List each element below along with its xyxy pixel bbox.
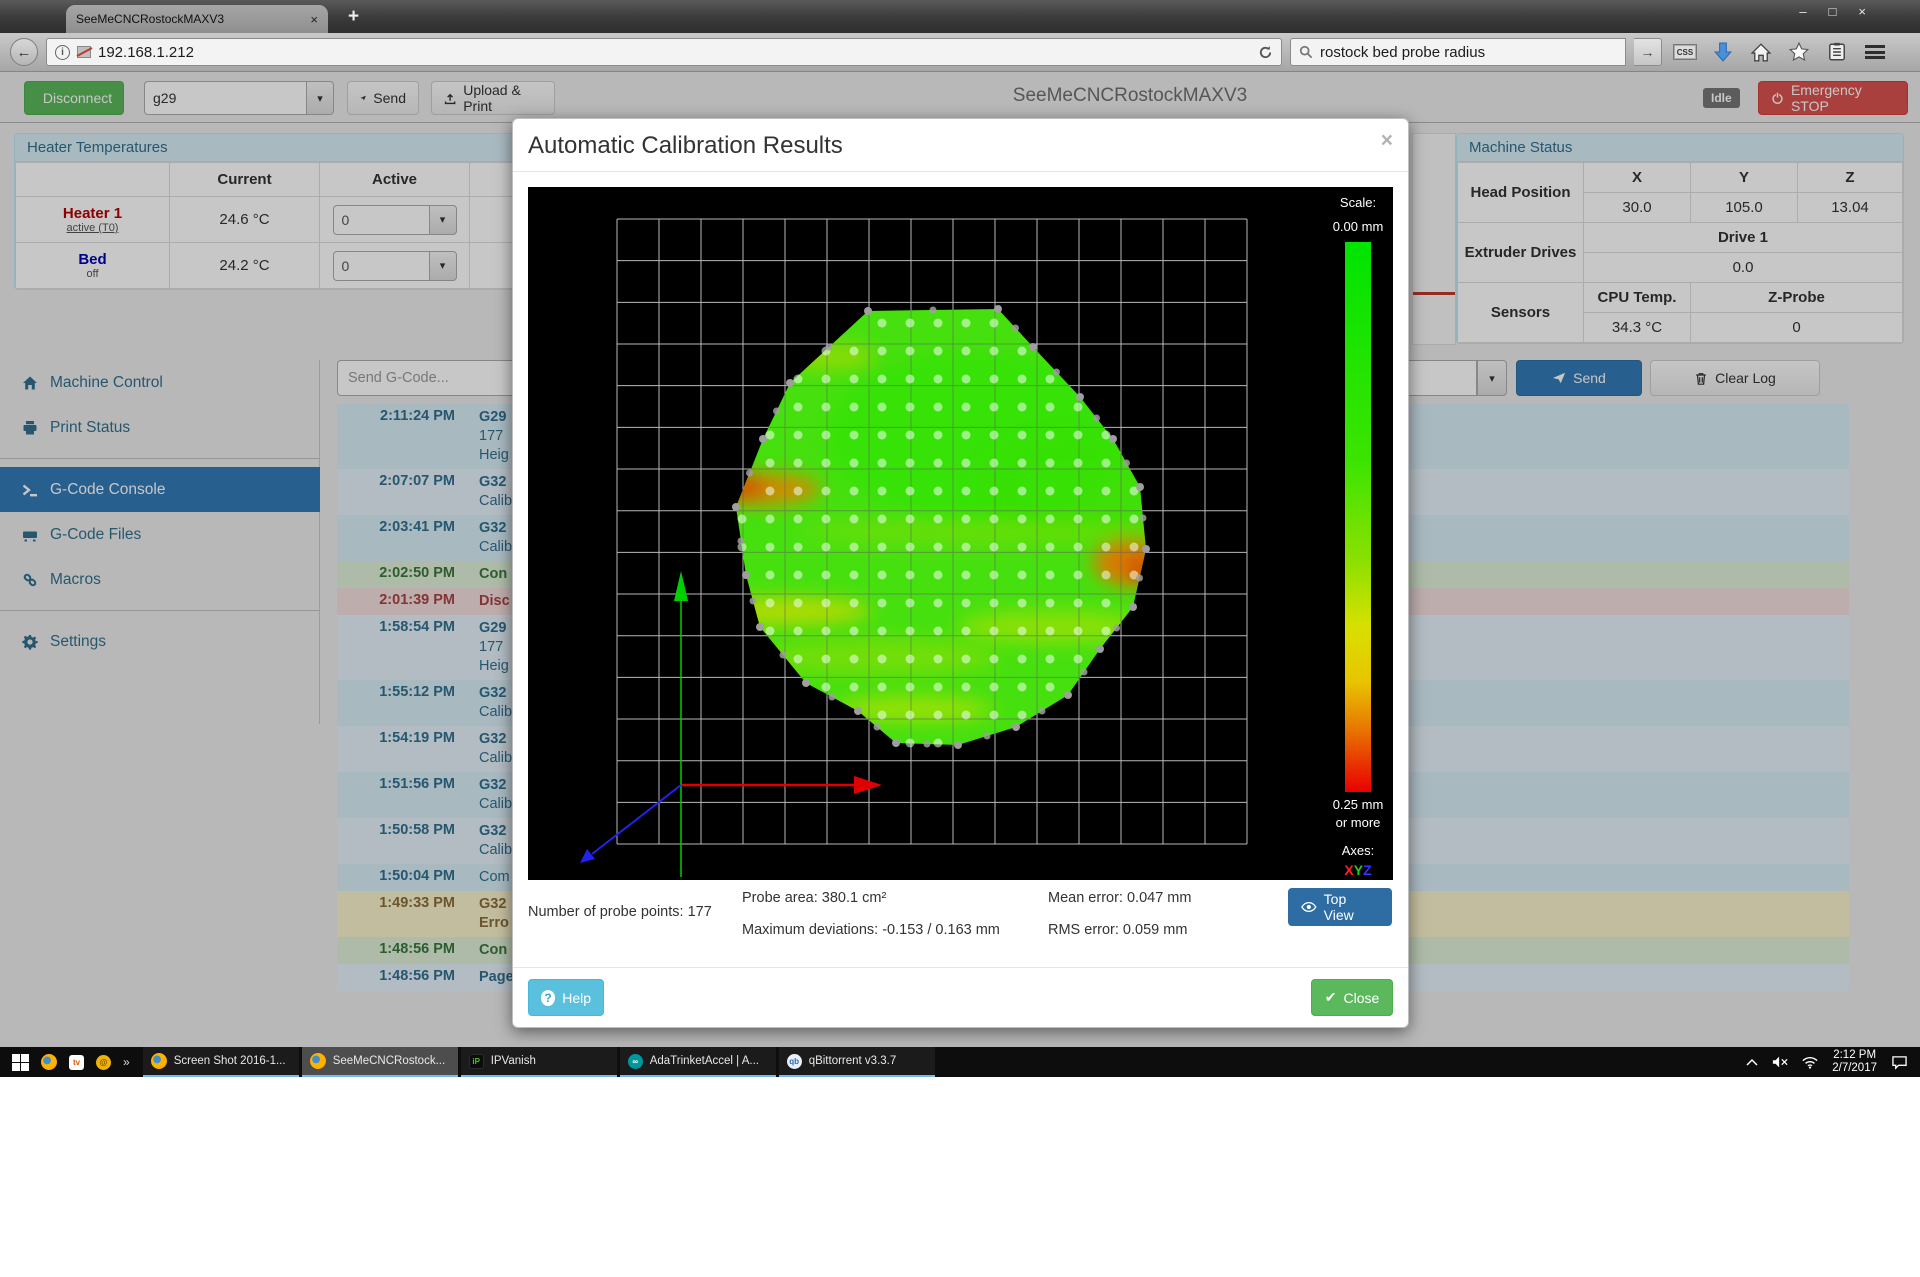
tray-chevron-icon[interactable] bbox=[1746, 1058, 1758, 1066]
modal-header: Automatic Calibration Results × bbox=[513, 119, 1408, 172]
task-label: SeeMeCNCRostock... bbox=[333, 1055, 445, 1067]
css-toggle-icon[interactable]: CSS bbox=[1673, 44, 1697, 60]
heightmap-canvas[interactable]: Scale: 0.00 mm 0.25 mm or more Axes: XYZ bbox=[528, 187, 1393, 880]
modal-footer: ? Help ✔ Close bbox=[513, 967, 1408, 1027]
browser-chrome: SeeMeCNCRostockMAXV3 × + – □ × ← i 192.1… bbox=[0, 0, 1920, 72]
plugin-blocked-icon[interactable] bbox=[77, 46, 91, 58]
new-tab-button[interactable]: + bbox=[348, 6, 359, 28]
browser-tab-title: SeeMeCNCRostockMAXV3 bbox=[76, 12, 302, 26]
browser-tab-bar: SeeMeCNCRostockMAXV3 × + – □ × bbox=[0, 0, 1920, 33]
svg-text:or more: or more bbox=[1336, 815, 1381, 830]
task-label: qBittorrent v3.3.7 bbox=[809, 1055, 897, 1067]
reading-list-icon[interactable] bbox=[1822, 38, 1852, 66]
taskbar-task-adafruit[interactable]: ∞ AdaTrinketAccel | A... bbox=[620, 1047, 776, 1077]
windows-taskbar: tv @ » Screen Shot 2016-1... SeeMeCNCRost… bbox=[0, 1047, 1920, 1077]
stat-probe-points: Number of probe points: 177 bbox=[528, 904, 712, 920]
stat-max-deviations: Maximum deviations: -0.153 / 0.163 mm bbox=[742, 922, 1000, 938]
window-maximize-button[interactable]: □ bbox=[1829, 4, 1837, 19]
taskbar-task-ipvanish[interactable]: iP IPVanish bbox=[461, 1047, 617, 1077]
window-close-button[interactable]: × bbox=[1858, 4, 1866, 19]
browser-navbar: ← i 192.168.1.212 rostock bed probe radi… bbox=[0, 33, 1920, 72]
quick-launch-firefox-icon[interactable] bbox=[41, 1054, 57, 1070]
web-app-viewport: Disconnect g29 ▾ Send Upload & Print See… bbox=[0, 72, 1920, 1047]
task-label: Screen Shot 2016-1... bbox=[174, 1055, 286, 1067]
start-button[interactable] bbox=[12, 1054, 29, 1071]
taskbar-task-qbittorrent[interactable]: qb qBittorrent v3.3.7 bbox=[779, 1047, 935, 1077]
volume-muted-icon[interactable] bbox=[1772, 1055, 1788, 1069]
back-button[interactable]: ← bbox=[10, 38, 38, 66]
clock-time: 2:12 PM bbox=[1832, 1049, 1877, 1062]
svg-text:XYZ: XYZ bbox=[1344, 862, 1372, 878]
menu-icon[interactable] bbox=[1865, 45, 1885, 59]
adafruit-icon: ∞ bbox=[628, 1054, 643, 1069]
taskbar-overflow-chevron[interactable]: » bbox=[123, 1055, 130, 1069]
modal-close-icon[interactable]: × bbox=[1381, 129, 1393, 153]
task-label: AdaTrinketAccel | A... bbox=[650, 1055, 759, 1067]
help-button[interactable]: ? Help bbox=[528, 979, 604, 1016]
check-icon: ✔ bbox=[1325, 989, 1337, 1006]
site-info-icon[interactable]: i bbox=[55, 45, 70, 60]
home-icon[interactable] bbox=[1746, 38, 1776, 66]
stat-rms-error: RMS error: 0.059 mm bbox=[1048, 922, 1187, 938]
task-label: IPVanish bbox=[491, 1055, 536, 1067]
eye-icon bbox=[1301, 901, 1317, 913]
stat-mean-error: Mean error: 0.047 mm bbox=[1048, 890, 1191, 906]
reload-icon[interactable] bbox=[1258, 45, 1273, 60]
download-icon[interactable] bbox=[1708, 38, 1738, 66]
taskbar-task-firefox[interactable]: SeeMeCNCRostock... bbox=[302, 1047, 458, 1077]
firefox-icon bbox=[151, 1053, 167, 1069]
url-bar[interactable]: i 192.168.1.212 bbox=[46, 38, 1282, 66]
action-center-icon[interactable] bbox=[1891, 1055, 1908, 1070]
svg-text:Axes:: Axes: bbox=[1342, 843, 1375, 858]
tab-close-icon[interactable]: × bbox=[310, 12, 318, 27]
modal-stats: Number of probe points: 177 Probe area: … bbox=[513, 880, 1408, 967]
search-text[interactable]: rostock bed probe radius bbox=[1320, 44, 1617, 61]
help-icon: ? bbox=[541, 990, 555, 1006]
search-go-button[interactable]: → bbox=[1634, 38, 1662, 66]
taskbar-task-firefox[interactable]: Screen Shot 2016-1... bbox=[143, 1047, 299, 1077]
firefox-icon bbox=[310, 1053, 326, 1069]
quick-launch-icon-2[interactable]: tv bbox=[69, 1055, 84, 1070]
svg-text:Scale:: Scale: bbox=[1340, 195, 1376, 210]
url-text[interactable]: 192.168.1.212 bbox=[98, 44, 1251, 61]
modal-title: Automatic Calibration Results bbox=[528, 132, 1393, 160]
svg-text:0.25 mm: 0.25 mm bbox=[1333, 797, 1384, 812]
ipvanish-icon: iP bbox=[469, 1054, 484, 1069]
qbittorrent-icon: qb bbox=[787, 1054, 802, 1069]
clock-date: 2/7/2017 bbox=[1832, 1062, 1877, 1075]
calibration-results-modal: Automatic Calibration Results × Scale: 0.… bbox=[512, 118, 1409, 1028]
svg-text:0.00 mm: 0.00 mm bbox=[1333, 219, 1384, 234]
taskbar-clock[interactable]: 2:12 PM 2/7/2017 bbox=[1832, 1049, 1877, 1075]
modal-close-button[interactable]: ✔ Close bbox=[1311, 979, 1393, 1016]
search-bar[interactable]: rostock bed probe radius bbox=[1290, 38, 1626, 66]
quick-launch-icon-3[interactable]: @ bbox=[96, 1055, 111, 1070]
window-minimize-button[interactable]: – bbox=[1799, 4, 1806, 19]
bookmark-star-icon[interactable] bbox=[1784, 38, 1814, 66]
top-view-button[interactable]: Top View bbox=[1288, 888, 1392, 926]
stat-probe-area: Probe area: 380.1 cm² bbox=[742, 890, 886, 906]
browser-tab[interactable]: SeeMeCNCRostockMAXV3 × bbox=[66, 5, 328, 33]
wifi-icon[interactable] bbox=[1802, 1056, 1818, 1069]
search-icon bbox=[1299, 45, 1313, 59]
